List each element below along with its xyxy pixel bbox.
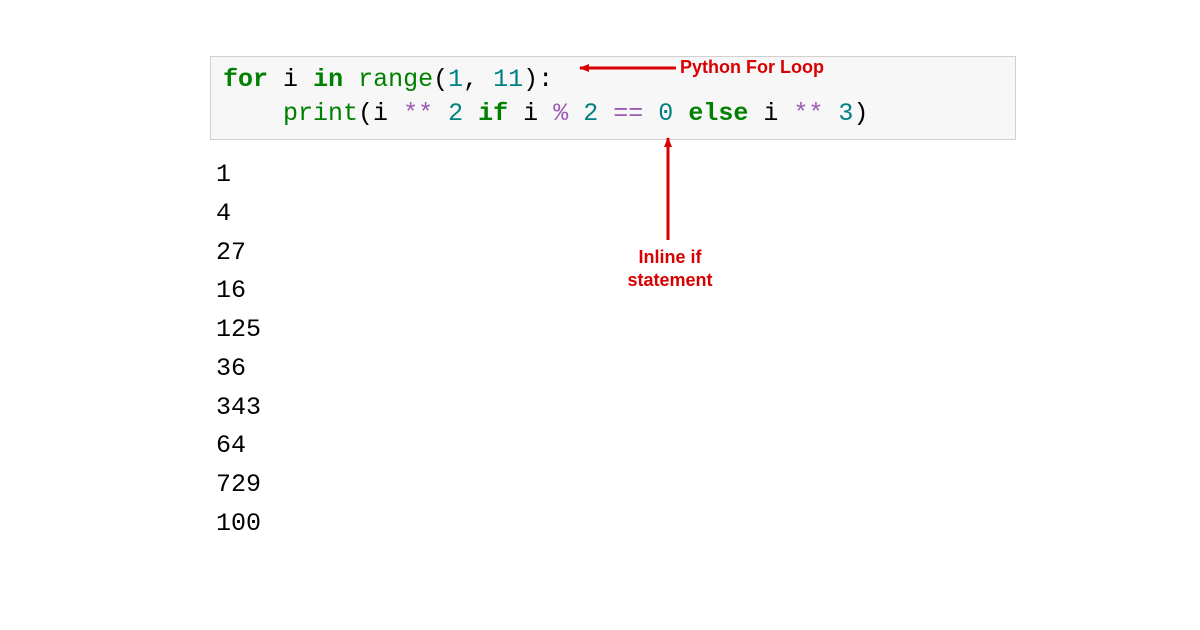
indent bbox=[223, 99, 283, 128]
number-1: 1 bbox=[448, 65, 463, 94]
function-print: print bbox=[283, 99, 358, 128]
operator-eq: == bbox=[613, 99, 643, 128]
keyword-in: in bbox=[313, 65, 343, 94]
output-line: 4 bbox=[216, 199, 231, 228]
number-2: 2 bbox=[448, 99, 463, 128]
paren-close-2: ) bbox=[853, 99, 868, 128]
paren-open: ( bbox=[433, 65, 448, 94]
paren-close-colon: ): bbox=[523, 65, 553, 94]
keyword-if: if bbox=[478, 99, 508, 128]
output-line: 16 bbox=[216, 276, 246, 305]
variable-i-2: i bbox=[373, 99, 388, 128]
output-block: 1 4 27 16 125 36 343 64 729 100 bbox=[216, 156, 261, 544]
output-line: 27 bbox=[216, 238, 246, 267]
annotation-for-loop: Python For Loop bbox=[680, 56, 824, 79]
variable-i-4: i bbox=[763, 99, 778, 128]
variable-i-3: i bbox=[523, 99, 538, 128]
operator-power-2: ** bbox=[793, 99, 823, 128]
output-line: 729 bbox=[216, 470, 261, 499]
output-line: 100 bbox=[216, 509, 261, 538]
output-line: 125 bbox=[216, 315, 261, 344]
number-11: 11 bbox=[493, 65, 523, 94]
paren-open-2: ( bbox=[358, 99, 373, 128]
number-3: 3 bbox=[838, 99, 853, 128]
output-line: 64 bbox=[216, 431, 246, 460]
output-line: 1 bbox=[216, 160, 231, 189]
output-line: 36 bbox=[216, 354, 246, 383]
operator-mod: % bbox=[553, 99, 568, 128]
comma: , bbox=[463, 65, 493, 94]
number-0: 0 bbox=[658, 99, 673, 128]
keyword-for: for bbox=[223, 65, 268, 94]
number-2b: 2 bbox=[583, 99, 598, 128]
output-line: 343 bbox=[216, 393, 261, 422]
code-block: for i in range(1, 11): print(i ** 2 if i… bbox=[210, 56, 1016, 140]
function-range: range bbox=[358, 65, 433, 94]
keyword-else: else bbox=[688, 99, 748, 128]
operator-power: ** bbox=[403, 99, 433, 128]
variable-i: i bbox=[283, 65, 298, 94]
annotation-inline-if: Inline if statement bbox=[615, 246, 725, 291]
